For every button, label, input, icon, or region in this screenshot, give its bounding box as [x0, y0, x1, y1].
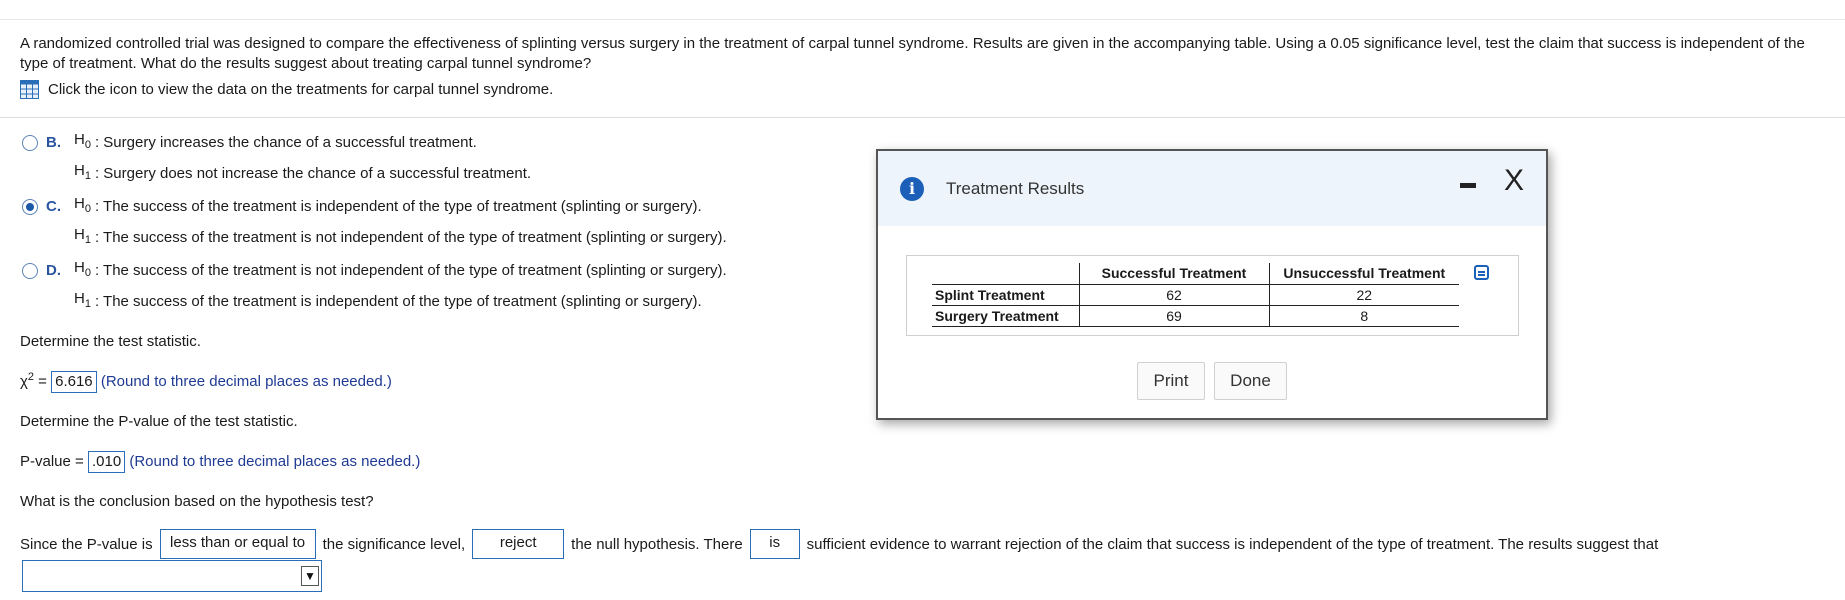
pvalue-input[interactable]: .010 — [87, 451, 126, 473]
data-hint: Click the icon to view the data on the t… — [20, 80, 553, 99]
question-text: A randomized controlled trial was design… — [20, 35, 1805, 72]
option-b-letter: B. — [46, 133, 61, 151]
conclusion-text-4: sufficient evidence to warrant rejection… — [806, 535, 1659, 553]
section-divider — [0, 117, 1845, 118]
conclusion-row: Since the P-value is less than or equal … — [20, 529, 1658, 559]
test-stat-row: χ2 = 6.616 (Round to three decimal place… — [20, 371, 392, 393]
option-c-h0-text: : The success of the treatment is indepe… — [94, 197, 702, 215]
conclusion-prompt: What is the conclusion based on the hypo… — [20, 493, 374, 510]
option-b-h1-text: : Surgery does not increase the chance o… — [94, 164, 532, 182]
evidence-dropdown[interactable]: is — [749, 529, 800, 559]
pvalue-prompt: Determine the P-value of the test statis… — [20, 413, 298, 430]
done-button[interactable]: Done — [1214, 362, 1287, 400]
option-b-radio[interactable] — [22, 134, 38, 151]
option-c-letter: C. — [46, 197, 61, 215]
dialog-header: i Treatment Results X — [878, 151, 1546, 226]
option-d[interactable]: D. H0 : The success of the treatment is … — [22, 255, 727, 317]
close-button[interactable]: X — [1504, 166, 1524, 196]
hint-text: Click the icon to view the data on the t… — [48, 81, 554, 98]
h0-symbol: H0 — [74, 131, 91, 151]
h1-symbol: H1 — [74, 226, 91, 246]
reject-dropdown[interactable]: reject — [472, 529, 565, 559]
pvalue-note: (Round to three decimal places as needed… — [129, 453, 421, 470]
pvalue-label: P-value = — [20, 453, 88, 470]
top-divider — [0, 19, 1845, 20]
table-header-row: Successful Treatment Unsuccessful Treatm… — [932, 263, 1459, 285]
table-cell: 8 — [1268, 305, 1459, 327]
table-grid-icon[interactable] — [20, 80, 39, 99]
table-cell: 22 — [1268, 284, 1459, 306]
pvalue-row: P-value = .010 (Round to three decimal p… — [20, 451, 420, 473]
chevron-down-icon[interactable]: ▼ — [301, 566, 319, 586]
treatment-table: Successful Treatment Unsuccessful Treatm… — [932, 263, 1459, 327]
dialog-title: Treatment Results — [946, 179, 1085, 198]
h0-symbol: H0 — [74, 195, 91, 215]
option-c-h1-text: : The success of the treatment is not in… — [94, 228, 727, 246]
table-row: Splint Treatment 62 22 — [932, 284, 1459, 306]
comparison-dropdown[interactable]: less than or equal to — [159, 529, 316, 559]
table-cell: 62 — [1078, 284, 1269, 306]
h0-symbol: H0 — [74, 259, 91, 279]
option-d-radio[interactable] — [22, 262, 38, 279]
row-header: Surgery Treatment — [932, 305, 1079, 327]
suggestion-dropdown[interactable]: ▼ — [22, 560, 322, 592]
conclusion-text-3: the null hypothesis. There — [571, 535, 743, 553]
test-stat-note: (Round to three decimal places as needed… — [100, 373, 392, 390]
copy-table-icon[interactable] — [1474, 265, 1489, 280]
option-d-h0-text: : The success of the treatment is not in… — [94, 261, 727, 279]
print-button[interactable]: Print — [1137, 362, 1205, 400]
table-row: Surgery Treatment 69 8 — [932, 305, 1459, 327]
test-stat-input[interactable]: 6.616 — [51, 371, 97, 393]
treatment-results-dialog: i Treatment Results X Successful Treatme… — [876, 149, 1548, 420]
h1-symbol: H1 — [74, 162, 91, 182]
conclusion-text-1: Since the P-value is — [20, 535, 153, 553]
conclusion-text-2: the significance level, — [322, 535, 466, 553]
minimize-button[interactable] — [1460, 183, 1476, 188]
option-d-letter: D. — [46, 261, 61, 279]
option-b-h0-text: : Surgery increases the chance of a succ… — [94, 133, 477, 151]
row-header: Splint Treatment — [932, 284, 1079, 306]
option-b[interactable]: B. H0 : Surgery increases the chance of … — [22, 127, 531, 189]
option-d-h1-text: : The success of the treatment is indepe… — [94, 292, 702, 310]
info-icon: i — [900, 177, 924, 201]
column-header: Successful Treatment — [1078, 263, 1269, 285]
test-stat-prompt: Determine the test statistic. — [20, 333, 201, 350]
h1-symbol: H1 — [74, 290, 91, 310]
column-header: Unsuccessful Treatment — [1268, 263, 1459, 285]
option-c[interactable]: C. H0 : The success of the treatment is … — [22, 191, 727, 253]
table-cell: 69 — [1078, 305, 1269, 327]
option-c-radio[interactable] — [22, 198, 38, 215]
treatment-table-container: Successful Treatment Unsuccessful Treatm… — [906, 255, 1519, 336]
chi-square-symbol: χ2 — [20, 371, 34, 390]
table-corner — [932, 263, 1079, 285]
